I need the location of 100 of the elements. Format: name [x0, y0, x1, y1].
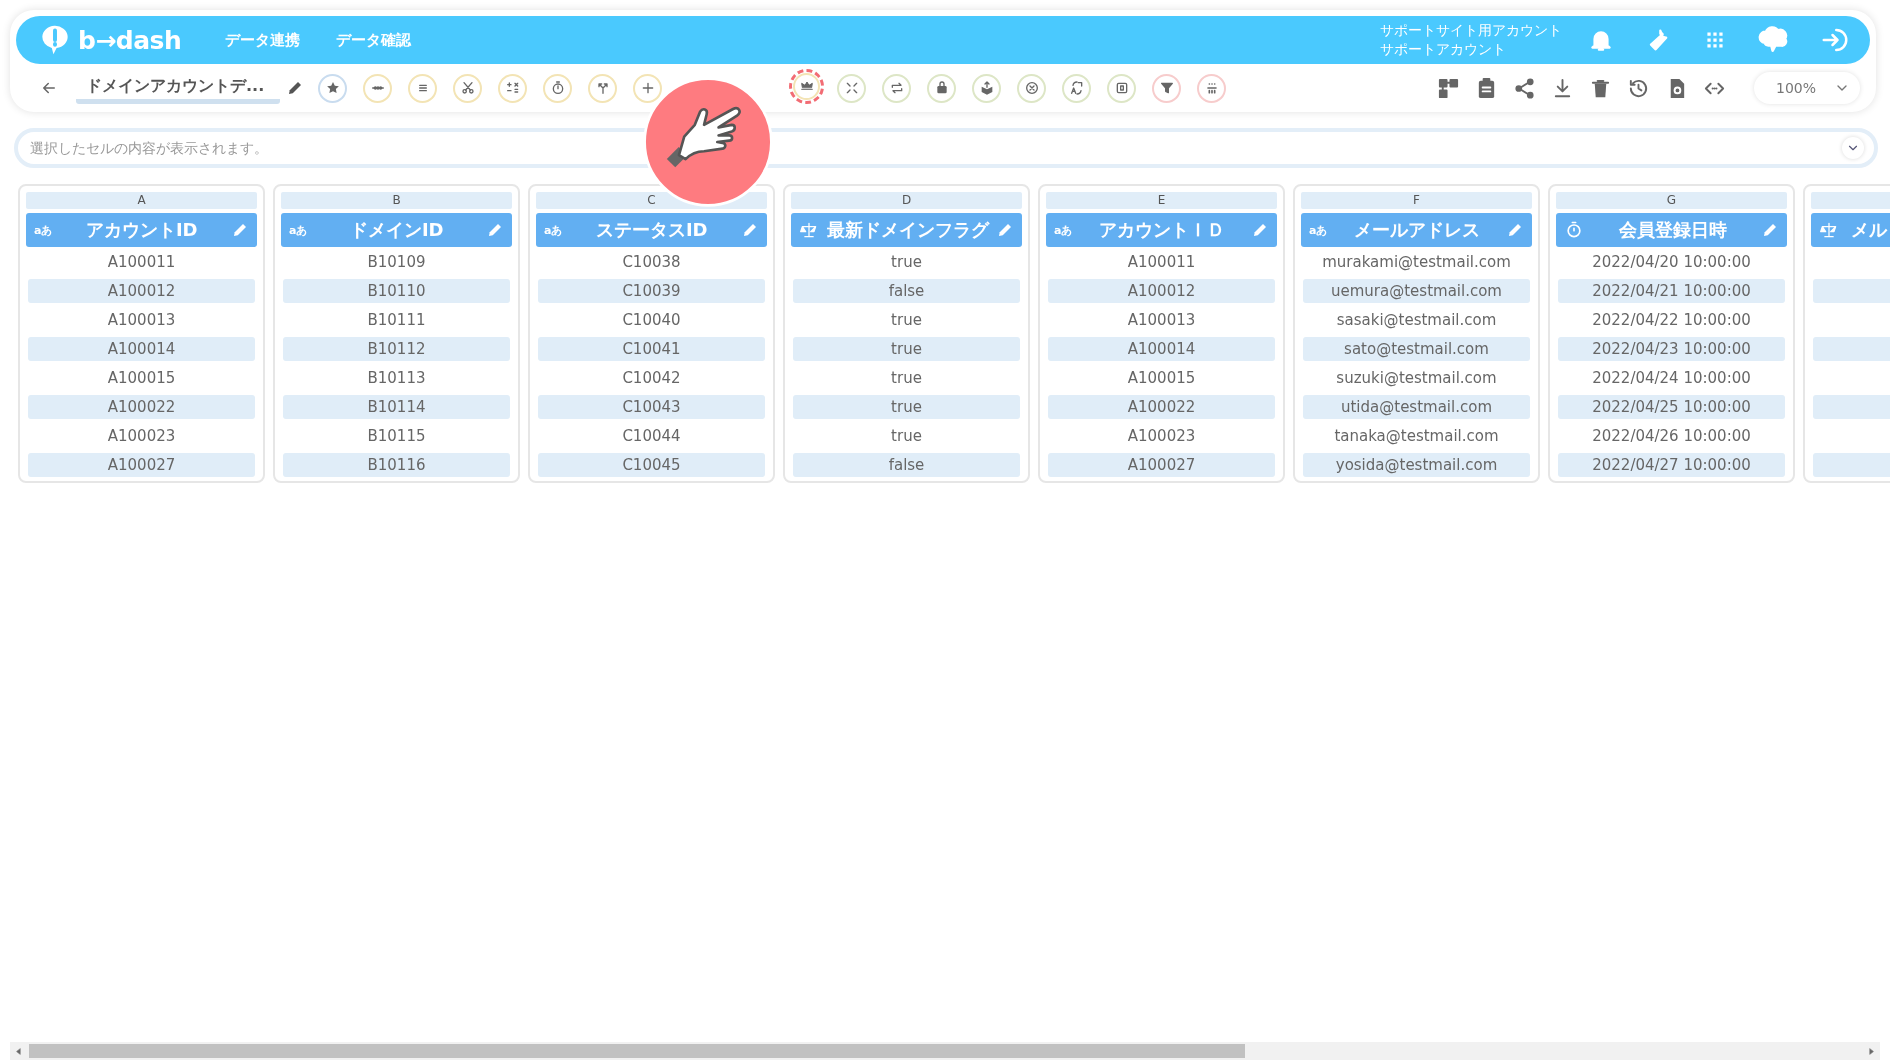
table-cell-text: A100015 [106, 367, 177, 389]
table-cell-text: true [890, 425, 923, 447]
table-cell-text: B10115 [366, 425, 427, 447]
tool-button[interactable] [1152, 73, 1182, 103]
table-cell-text: A100013 [1126, 309, 1197, 331]
column-header[interactable]: メル [1811, 213, 1890, 247]
tool-button[interactable] [927, 73, 957, 103]
table-cell: uemura@testmail.com [1303, 278, 1530, 303]
sheet-title[interactable]: ドメインアカウントデ... [76, 76, 281, 104]
type-label: aあ [1054, 222, 1073, 238]
tool-button[interactable] [633, 73, 663, 103]
table-cell-text: A100013 [106, 309, 177, 331]
table-cell-text: C10040 [621, 309, 682, 331]
table-cell: false [793, 452, 1020, 477]
table-cell: 2022/04/25 10:00:00 [1558, 394, 1785, 419]
tool-button[interactable] [453, 73, 483, 103]
tool-button[interactable] [588, 73, 618, 103]
cross-circle-icon [1023, 80, 1040, 96]
column-header[interactable]: aあ ステータスID [536, 213, 767, 247]
account-name: サポートアカウント [1380, 40, 1507, 59]
table-cell: A100022 [28, 394, 255, 419]
column-header[interactable]: 最新ドメインフラグ [791, 213, 1022, 247]
pencil-icon [486, 221, 504, 239]
table-cell: sato@testmail.com [1303, 336, 1530, 361]
table-cell-text: B10113 [366, 367, 427, 389]
zoom-select[interactable]: 100% [1754, 72, 1860, 104]
tool-button[interactable] [1062, 73, 1092, 103]
tool-button[interactable] [1197, 73, 1227, 103]
table-cell-text: C10042 [621, 367, 682, 389]
formula-bar[interactable]: 選択したセルの内容が表示されます。 [14, 128, 1878, 168]
cell-content-field[interactable]: 選択したセルの内容が表示されます。 [28, 139, 1842, 157]
scroll-left-icon [14, 1046, 23, 1056]
table-cell-text: sasaki@testmail.com [1335, 309, 1498, 331]
star-icon [324, 80, 341, 96]
scissors-icon [459, 80, 476, 96]
pencil-icon [741, 221, 759, 239]
translate-icon [1068, 80, 1085, 96]
table-cell-text: 2022/04/20 10:00:00 [1591, 251, 1752, 273]
column-header[interactable]: aあ ドメインID [281, 213, 512, 247]
table-cell: false [793, 278, 1020, 303]
table-cell-text: A100015 [1126, 367, 1197, 389]
column-letter[interactable]: B [281, 192, 512, 209]
horizontal-scrollbar[interactable] [10, 1042, 1880, 1060]
column-header[interactable]: aあ メールアドレス [1301, 213, 1532, 247]
tool-button[interactable] [363, 73, 393, 103]
table-cell-text: 2022/04/22 10:00:00 [1591, 309, 1752, 331]
funnel-icon [1158, 80, 1175, 96]
table-cell-text: C10044 [621, 425, 682, 447]
table-cell: B10110 [283, 278, 510, 303]
table-cell: 2022/04/23 10:00:00 [1558, 336, 1785, 361]
column-header[interactable]: aあ アカウントＩＤ [1046, 213, 1277, 247]
tool-button[interactable] [408, 73, 438, 103]
table-cell: C10039 [538, 278, 765, 303]
column-letter[interactable]: F [1301, 192, 1532, 209]
table-cell: true [793, 394, 1020, 419]
table-cell-text: C10038 [621, 251, 682, 273]
table-cell: A100012 [28, 278, 255, 303]
scale-icon [1819, 220, 1839, 240]
column-letter[interactable]: E [1046, 192, 1277, 209]
tool-button[interactable] [972, 73, 1002, 103]
table-cell: B10114 [283, 394, 510, 419]
account-name: サポートサイト用アカウント [1380, 21, 1562, 40]
column-letter[interactable]: D [791, 192, 1022, 209]
table-cell: 2022/04/21 10:00:00 [1558, 278, 1785, 303]
tool-button[interactable] [1017, 73, 1047, 103]
table-cell: yosida@testmail.com [1303, 452, 1530, 477]
table-cell: A100014 [28, 336, 255, 361]
tool-button[interactable] [882, 73, 912, 103]
table-cell-text: B10109 [366, 251, 427, 273]
tool-button[interactable] [498, 73, 528, 103]
tool-button[interactable] [1107, 73, 1137, 103]
scale-icon [799, 220, 819, 240]
table-cell-text: A100011 [106, 251, 177, 273]
column-letter[interactable]: G [1556, 192, 1787, 209]
tool-button[interactable] [543, 73, 573, 103]
table-cell: C10041 [538, 336, 765, 361]
pencil-icon [1506, 221, 1524, 239]
stopwatch-icon [1564, 220, 1584, 240]
nav-link[interactable]: データ確認 [336, 30, 412, 50]
column-letter[interactable]: A [26, 192, 257, 209]
table-cell-text: murakami@testmail.com [1321, 251, 1512, 273]
table-cell: A100027 [1048, 452, 1275, 477]
scroll-right-icon [1867, 1046, 1876, 1056]
logo-text: b→dash [78, 25, 182, 55]
pencil-icon [1761, 221, 1779, 239]
table-cell-text: 2022/04/26 10:00:00 [1591, 425, 1752, 447]
table-cell: B10112 [283, 336, 510, 361]
table-cell-text: A100011 [1126, 251, 1197, 273]
nav-link[interactable]: データ連携 [225, 30, 301, 50]
table-cell: true [793, 336, 1020, 361]
table-cell-text: true [890, 309, 923, 331]
flowchart-icon [1437, 76, 1460, 100]
calculator-icon [504, 80, 521, 96]
table-cell: A100012 [1048, 278, 1275, 303]
column-header[interactable]: aあ アカウントID [26, 213, 257, 247]
column-header[interactable]: 会員登録日時 [1556, 213, 1787, 247]
tool-button[interactable] [318, 73, 348, 103]
table-cell: 2022/04/27 10:00:00 [1558, 452, 1785, 477]
table-cell-text: true [890, 251, 923, 273]
share-icon [1513, 76, 1536, 100]
